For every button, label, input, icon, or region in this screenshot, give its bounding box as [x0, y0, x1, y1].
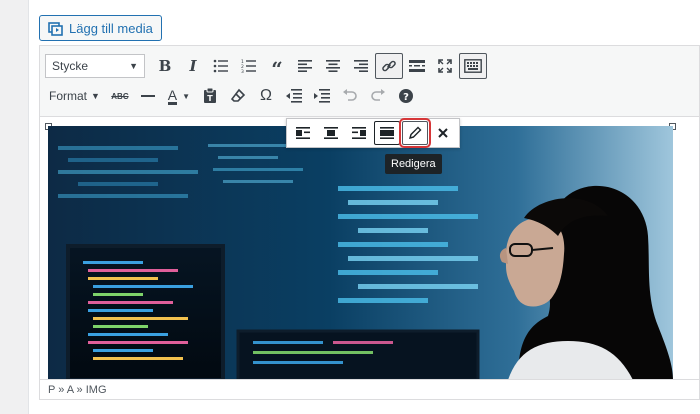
redo-button[interactable]: [364, 83, 392, 109]
add-media-label: Lägg till media: [69, 20, 153, 36]
align-none-icon: [380, 127, 394, 139]
pencil-icon: [408, 126, 422, 140]
outdent-icon: [285, 89, 302, 103]
keyboard-icon: [464, 59, 482, 73]
image-align-center-button[interactable]: [318, 121, 344, 145]
align-left-icon: [296, 127, 310, 139]
clipboard-icon: T: [203, 88, 216, 103]
image-remove-button[interactable]: [430, 121, 456, 145]
selected-image[interactable]: [48, 126, 673, 380]
format-menu-label: Format: [49, 89, 88, 103]
align-center-button[interactable]: [319, 53, 347, 79]
paste-as-text-button[interactable]: T: [196, 83, 224, 109]
toolbar-toggle-button[interactable]: [459, 53, 487, 79]
omega-icon: Ω: [259, 87, 272, 104]
dropdown-arrow-icon: ▼: [129, 61, 138, 71]
link-icon: [382, 60, 396, 72]
horizontal-line-icon: [140, 95, 155, 97]
image-align-right-button[interactable]: [346, 121, 372, 145]
editor-page: Lägg till media Stycke ▼ B I 123 “ Forma…: [29, 0, 700, 414]
insert-link-button[interactable]: [375, 53, 403, 79]
align-right-button[interactable]: [347, 53, 375, 79]
italic-icon: I: [189, 57, 197, 75]
align-left-icon: [298, 60, 312, 72]
quote-icon: “: [271, 57, 283, 81]
image-edit-button[interactable]: [399, 118, 431, 148]
paragraph-format-value: Stycke: [52, 59, 89, 73]
read-more-button[interactable]: [403, 53, 431, 79]
help-icon: ?: [398, 89, 413, 103]
clear-formatting-button[interactable]: [224, 83, 252, 109]
undo-button[interactable]: [336, 83, 364, 109]
numbered-list-icon: 123: [241, 59, 256, 73]
align-left-button[interactable]: [291, 53, 319, 79]
outdent-button[interactable]: [280, 83, 308, 109]
close-icon: [438, 128, 448, 138]
strikethrough-button[interactable]: ABC: [106, 83, 134, 109]
align-right-icon: [352, 127, 366, 139]
element-path: P » A » IMG: [48, 383, 107, 396]
align-right-icon: [354, 60, 368, 72]
align-center-icon: [326, 60, 340, 72]
special-character-button[interactable]: Ω: [252, 83, 280, 109]
eraser-icon: [230, 88, 246, 102]
image-inline-toolbar: [286, 118, 460, 148]
editor-toolbar: Stycke ▼ B I 123 “ Format ▼ ABC A ▼ T Ω …: [40, 46, 699, 117]
fullscreen-icon: [438, 59, 452, 73]
undo-icon: [342, 89, 357, 101]
format-menu[interactable]: Format ▼: [45, 83, 106, 109]
text-color-button[interactable]: A ▼: [162, 83, 196, 109]
numbered-list-button[interactable]: 123: [235, 53, 263, 79]
dropdown-arrow-icon: ▼: [91, 91, 100, 101]
fullscreen-button[interactable]: [431, 53, 459, 79]
help-button[interactable]: ?: [392, 83, 420, 109]
classic-editor: Stycke ▼ B I 123 “ Format ▼ ABC A ▼ T Ω …: [39, 45, 700, 400]
indent-button[interactable]: [308, 83, 336, 109]
blockquote-button[interactable]: “: [263, 53, 291, 79]
media-icon: [46, 19, 64, 37]
toolbar-row-1: Stycke ▼ B I 123 “: [45, 52, 487, 80]
bold-icon: B: [158, 57, 172, 75]
toolbar-row-2: Format ▼ ABC A ▼ T Ω ?: [45, 82, 420, 110]
strikethrough-icon: ABC: [111, 91, 129, 101]
bullet-list-icon: [213, 59, 228, 73]
svg-text:T: T: [207, 94, 213, 103]
element-path-statusbar: P » A » IMG: [40, 379, 699, 399]
edit-tooltip: Redigera: [385, 154, 442, 174]
italic-button[interactable]: I: [179, 53, 207, 79]
bullet-list-button[interactable]: [207, 53, 235, 79]
developer-photo-image: [48, 126, 673, 380]
svg-text:?: ?: [403, 92, 409, 103]
align-center-icon: [324, 127, 338, 139]
read-more-icon: [409, 60, 425, 72]
paragraph-format-select[interactable]: Stycke ▼: [45, 54, 145, 78]
svg-text:3: 3: [241, 69, 244, 73]
bold-button[interactable]: B: [151, 53, 179, 79]
image-no-align-button[interactable]: [374, 121, 400, 145]
image-align-left-button[interactable]: [290, 121, 316, 145]
dropdown-arrow-icon: ▼: [182, 91, 191, 101]
redo-icon: [371, 89, 385, 101]
add-media-button[interactable]: Lägg till media: [39, 15, 162, 41]
page-left-gutter: [0, 0, 29, 414]
editor-content-area[interactable]: Redigera: [40, 116, 699, 380]
text-color-icon: A: [167, 86, 178, 105]
horizontal-line-button[interactable]: [134, 83, 162, 109]
indent-icon: [313, 89, 330, 103]
